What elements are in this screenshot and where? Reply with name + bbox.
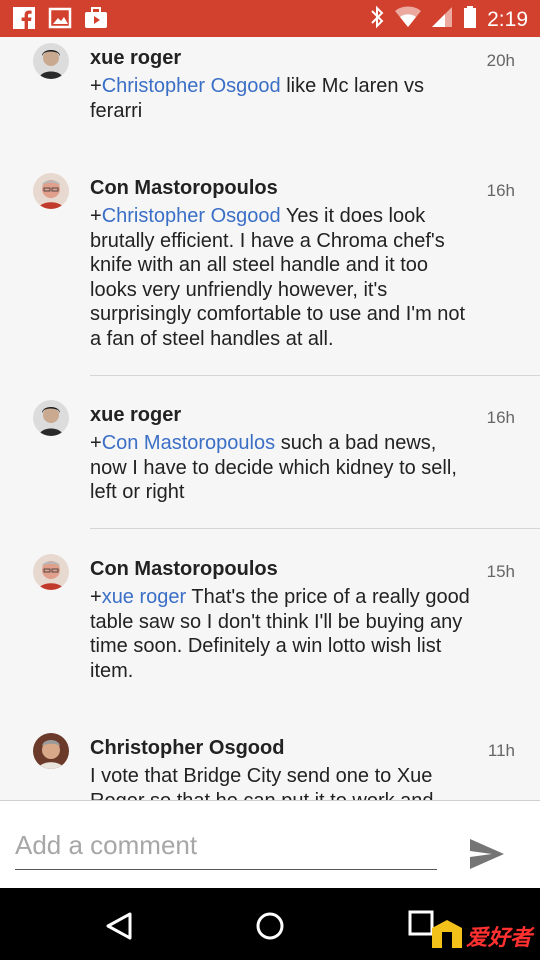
comment-time: 16h <box>486 408 515 427</box>
comment-text: +xue roger That's the price of a really … <box>90 585 470 683</box>
comment-author[interactable]: xue roger <box>90 404 181 427</box>
home-icon <box>250 912 290 950</box>
comment-body-text: I vote that Bridge City send one to Xue … <box>90 765 434 800</box>
comment-text: +Con Mastoropoulos such a bad news, now … <box>90 431 470 505</box>
briefcase-icon <box>84 6 108 35</box>
avatar[interactable] <box>33 173 69 209</box>
send-button[interactable] <box>468 837 508 873</box>
back-icon <box>100 912 140 950</box>
notification-icons <box>12 6 108 35</box>
watermark-text: 爱好者 <box>465 925 532 950</box>
comment-author[interactable]: Christopher Osgood <box>90 737 284 760</box>
divider <box>90 528 540 529</box>
mention-link[interactable]: Christopher Osgood <box>102 205 281 227</box>
comment-text: +Christopher Osgood Yes it does look bru… <box>90 204 470 351</box>
back-button[interactable] <box>100 906 140 946</box>
mention-prefix: + <box>90 205 102 227</box>
mention-link[interactable]: Christopher Osgood <box>102 75 281 97</box>
comment-text: I vote that Bridge City send one to Xue … <box>90 764 470 800</box>
avatar[interactable] <box>33 554 69 590</box>
system-icons: 2:19 <box>369 5 528 34</box>
mention-prefix: + <box>90 432 102 454</box>
avatar[interactable] <box>33 400 69 436</box>
avatar[interactable] <box>33 43 69 79</box>
clock: 2:19 <box>487 7 528 31</box>
comment-author[interactable]: Con Mastoropoulos <box>90 558 278 581</box>
comment-author[interactable]: xue roger <box>90 47 181 70</box>
bluetooth-icon <box>369 5 385 34</box>
comment-time: 15h <box>486 562 515 581</box>
wifi-icon <box>395 6 422 33</box>
comment-author[interactable]: Con Mastoropoulos <box>90 177 278 200</box>
watermark-logo-icon <box>430 918 464 955</box>
comment-time: 20h <box>486 51 515 70</box>
mention-prefix: + <box>90 586 102 608</box>
battery-icon <box>463 5 477 34</box>
watermark: 爱好者 <box>430 918 532 954</box>
facebook-icon <box>12 6 36 35</box>
avatar[interactable] <box>33 733 69 769</box>
mention-link[interactable]: xue roger <box>102 586 187 608</box>
navigation-bar: 爱好者 <box>0 888 540 960</box>
comment-compose-bar <box>0 800 540 889</box>
send-icon <box>468 839 506 875</box>
comment-input[interactable] <box>15 825 437 870</box>
image-icon <box>48 6 72 35</box>
comments-list[interactable]: xue roger 20h +Christopher Osgood like M… <box>0 37 540 800</box>
home-button[interactable] <box>250 906 290 946</box>
comment-text: +Christopher Osgood like Mc laren vs fer… <box>90 74 470 123</box>
divider <box>90 375 540 376</box>
mention-link[interactable]: Con Mastoropoulos <box>102 432 275 454</box>
status-bar: 2:19 <box>0 0 540 37</box>
signal-icon <box>431 6 453 33</box>
comment-time: 16h <box>486 181 515 200</box>
comment-time: 11h <box>487 741 515 760</box>
mention-prefix: + <box>90 75 102 97</box>
